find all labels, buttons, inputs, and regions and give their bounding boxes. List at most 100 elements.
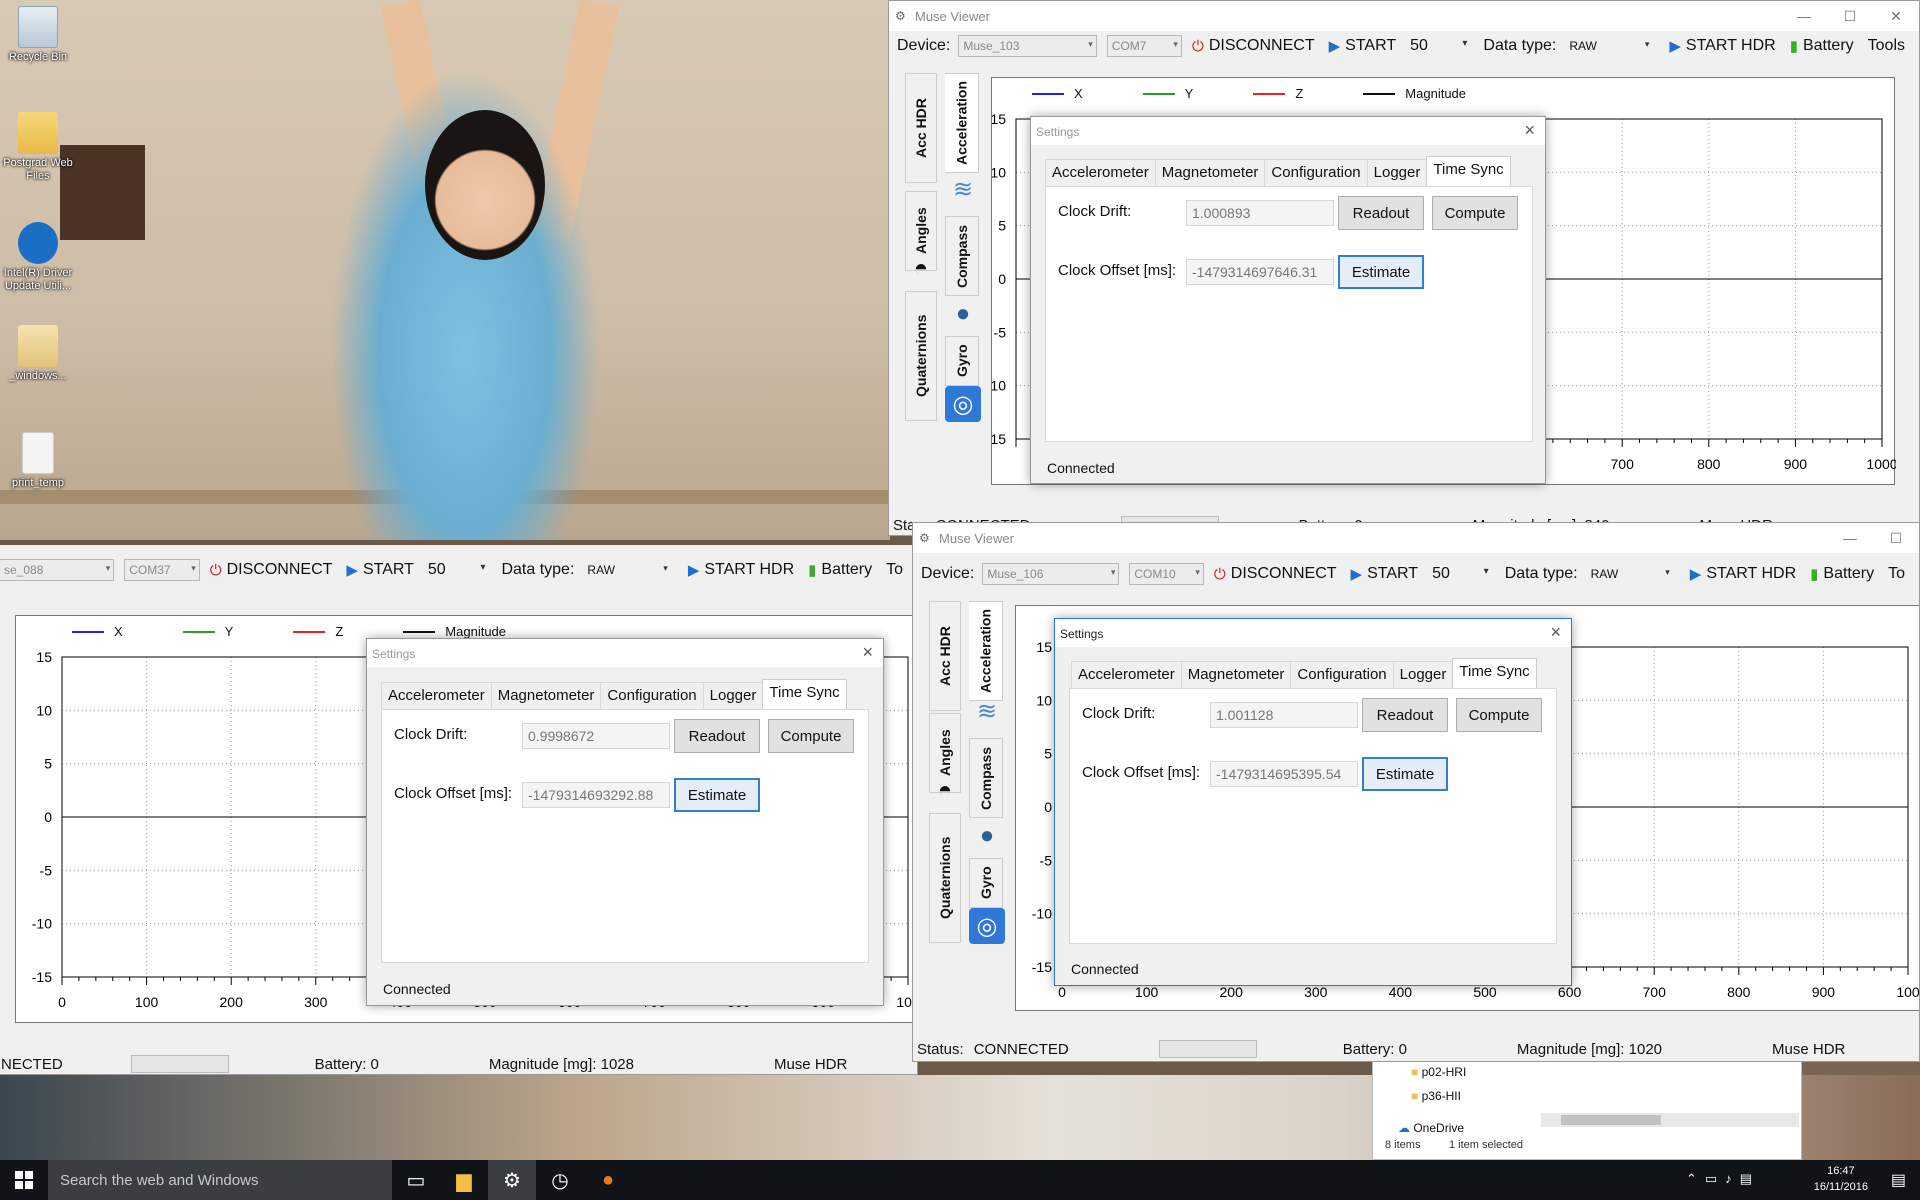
tab-accelerometer[interactable]: Accelerometer (1071, 661, 1182, 688)
datatype-select[interactable]: RAW (1585, 563, 1674, 585)
tab-quaternions[interactable]: Quaternions (929, 813, 961, 943)
explorer-item[interactable]: ■ p36-HII (1411, 1089, 1461, 1103)
battery-button[interactable]: ▮ Battery (808, 561, 872, 579)
explorer-item[interactable]: ■ p02-HRI (1411, 1065, 1466, 1079)
compute-button[interactable]: Compute (1432, 196, 1518, 230)
tools-menu[interactable]: To (1888, 565, 1905, 583)
desktop-icon-windows[interactable]: _windows... (0, 325, 78, 383)
start-button[interactable] (0, 1160, 48, 1200)
search-box[interactable]: Search the web and Windows (48, 1160, 392, 1200)
tab-configuration[interactable]: Configuration (1264, 159, 1368, 186)
tab-compass[interactable]: Compass (945, 216, 979, 296)
explorer-item[interactable]: ☁ OneDrive (1398, 1121, 1464, 1135)
clock-drift-label: Clock Drift: (1082, 705, 1156, 722)
clock-app-icon[interactable]: ◷ (536, 1160, 584, 1200)
estimate-button[interactable]: Estimate (1338, 255, 1424, 289)
close-icon[interactable]: × (862, 642, 873, 663)
explorer-scrollbar[interactable] (1541, 1113, 1799, 1127)
clock-offset-field[interactable]: -1479314695395.54 (1210, 761, 1358, 787)
tab-acc-hdr[interactable]: Acc HDR (929, 601, 961, 711)
battery-button[interactable]: ▮ Battery (1810, 565, 1874, 583)
rate-select[interactable]: 50 (1410, 37, 1469, 55)
battery-button[interactable]: ▮ Battery (1790, 37, 1854, 55)
dialog-status: Connected (1071, 961, 1139, 977)
clock-drift-field[interactable]: 1.000893 (1186, 200, 1334, 226)
tab-magnetometer[interactable]: Magnetometer (1154, 159, 1266, 186)
maximize-button[interactable]: ☐ (1873, 523, 1919, 553)
disconnect-button[interactable]: ⏻ DISCONNECT (1192, 37, 1315, 55)
device-select[interactable]: se_088 (0, 559, 115, 581)
clock[interactable]: 16:47 16/11/2016 (1814, 1163, 1868, 1195)
start-hdr-button[interactable]: ▶ START HDR (1690, 565, 1796, 583)
disconnect-button[interactable]: ⏻ DISCONNECT (1214, 565, 1337, 583)
clock-date: 16/11/2016 (1813, 1181, 1868, 1193)
play-icon: ▶ (1350, 566, 1363, 583)
device-select[interactable]: Muse_103 (958, 35, 1097, 57)
device-select[interactable]: Muse_106 (982, 563, 1120, 585)
clock-drift-field[interactable]: 0.9998672 (522, 723, 670, 749)
muse-viewer-taskbar-icon[interactable]: ⚙ (488, 1160, 536, 1200)
readout-button[interactable]: Readout (674, 719, 760, 753)
close-icon[interactable]: × (1524, 120, 1535, 141)
tab-configuration[interactable]: Configuration (600, 682, 704, 709)
notification-icon[interactable]: ▤ (1891, 1170, 1906, 1190)
tab-compass[interactable]: Compass (969, 738, 1003, 818)
maximize-button[interactable]: ☐ (1827, 1, 1873, 31)
file-explorer-icon[interactable]: ▆ (440, 1160, 488, 1200)
tab-logger[interactable]: Logger (1392, 661, 1454, 688)
tab-gyro[interactable]: Gyro (969, 858, 1003, 908)
tab-accelerometer[interactable]: Accelerometer (1045, 159, 1156, 186)
compute-button[interactable]: Compute (1456, 698, 1542, 732)
clock-offset-field[interactable]: -1479314697646.31 (1186, 259, 1334, 285)
tab-logger[interactable]: Logger (702, 682, 764, 709)
tab-gyro[interactable]: Gyro (945, 336, 979, 386)
estimate-button[interactable]: Estimate (1362, 757, 1448, 791)
port-select[interactable]: COM7 (1106, 35, 1182, 57)
datatype-select[interactable]: RAW (582, 559, 672, 581)
readout-button[interactable]: Readout (1338, 196, 1424, 230)
compute-button[interactable]: Compute (768, 719, 854, 753)
datatype-select[interactable]: RAW (1564, 35, 1654, 57)
tab-time-sync[interactable]: Time Sync (1426, 156, 1511, 186)
port-select[interactable]: COM37 (124, 559, 200, 581)
tab-time-sync[interactable]: Time Sync (1452, 658, 1537, 688)
clock-drift-field[interactable]: 1.001128 (1210, 702, 1358, 728)
tab-magnetometer[interactable]: Magnetometer (1180, 661, 1292, 688)
tab-acc-hdr[interactable]: Acc HDR (905, 73, 937, 183)
tools-menu[interactable]: Tools (1868, 37, 1905, 55)
tab-accelerometer[interactable]: Accelerometer (381, 682, 492, 709)
start-button[interactable]: ▶ START (1329, 37, 1397, 55)
tab-quaternions[interactable]: Quaternions (905, 291, 937, 421)
tab-acceleration[interactable]: Acceleration (945, 73, 979, 173)
tray-icons[interactable]: ⌃▭♪▤ (1686, 1171, 1760, 1187)
clock-offset-field[interactable]: -1479314693292.88 (522, 782, 670, 808)
tab-magnetometer[interactable]: Magnetometer (490, 682, 602, 709)
tools-menu[interactable]: To (886, 561, 903, 579)
close-button[interactable]: ✕ (1873, 1, 1919, 31)
start-hdr-button[interactable]: ▶ START HDR (1669, 37, 1775, 55)
estimate-button[interactable]: Estimate (674, 778, 760, 812)
title-bar: ⚙ Muse Viewer — ☐ ✕ (889, 1, 1919, 31)
start-button[interactable]: ▶ START (346, 561, 414, 579)
tab-logger[interactable]: Logger (1366, 159, 1428, 186)
desktop-icon-intel[interactable]: Intel(R) Driver Update Utili... (0, 222, 78, 293)
desktop-icon-recycle-bin[interactable]: Recycle Bin (0, 6, 78, 64)
close-icon[interactable]: × (1550, 622, 1561, 643)
start-button[interactable]: ▶ START (1351, 565, 1419, 583)
tab-configuration[interactable]: Configuration (1290, 661, 1394, 688)
minimize-button[interactable]: — (1781, 1, 1827, 31)
start-hdr-button[interactable]: ▶ START HDR (688, 561, 794, 579)
disconnect-button[interactable]: ⏻ DISCONNECT (210, 561, 333, 579)
task-view-icon[interactable]: ▭ (392, 1160, 440, 1200)
desktop-icon-print-temp[interactable]: print_temp (0, 432, 78, 490)
rate-select[interactable]: 50 (428, 561, 488, 579)
tab-time-sync[interactable]: Time Sync (762, 679, 847, 709)
desktop-icon-postgrad[interactable]: Postgrad Web Files (0, 112, 78, 183)
rate-select[interactable]: 50 (1432, 565, 1491, 583)
y-tick-label: 10 (36, 702, 52, 718)
readout-button[interactable]: Readout (1362, 698, 1448, 732)
port-select[interactable]: COM10 (1129, 563, 1204, 585)
minimize-button[interactable]: — (1827, 523, 1873, 553)
tab-acceleration[interactable]: Acceleration (969, 601, 1003, 701)
firefox-icon[interactable]: ● (584, 1160, 632, 1200)
